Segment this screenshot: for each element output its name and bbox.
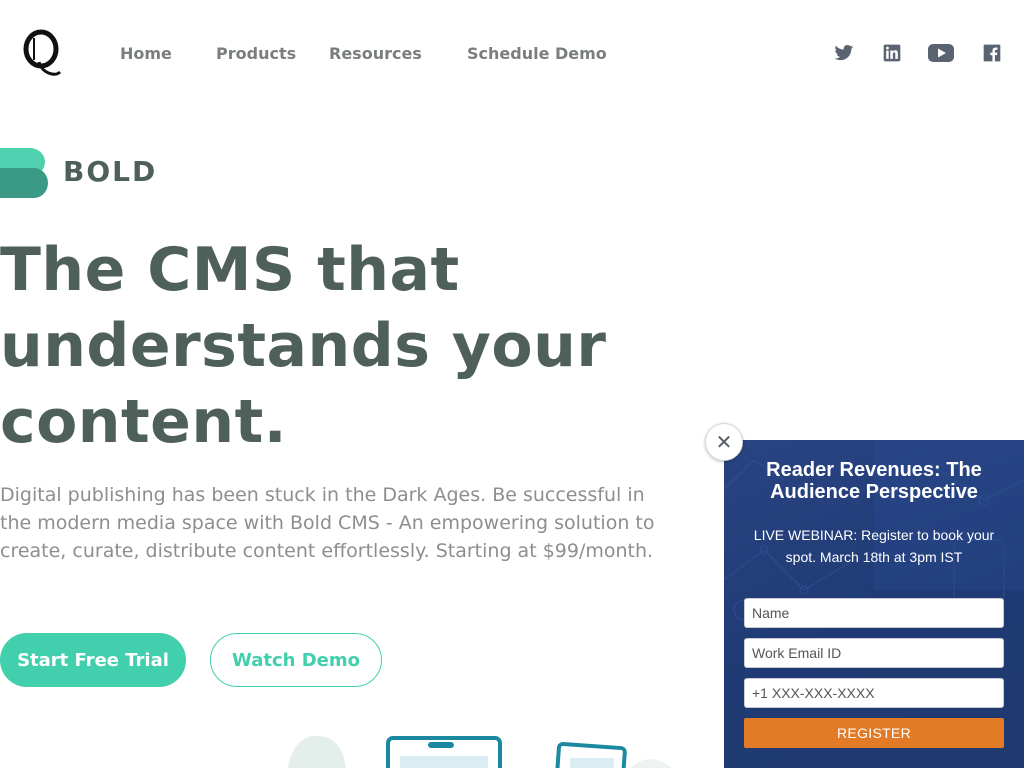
popup-subtitle: LIVE WEBINAR: Register to book your spot… (753, 527, 995, 565)
bold-logo-icon (0, 148, 48, 198)
register-button[interactable]: REGISTER (744, 718, 1004, 748)
phone-field[interactable] (744, 678, 1004, 708)
bold-brand-name: BOLD (63, 155, 158, 188)
nav-home[interactable]: Home (120, 44, 172, 63)
hero-description: Digital publishing has been stuck in the… (0, 484, 655, 562)
popup-title: Reader Revenues: The Audience Perspectiv… (724, 459, 1024, 503)
youtube-icon[interactable] (928, 43, 954, 63)
popup-title-line: Reader Revenues: The (766, 459, 982, 481)
watch-demo-button[interactable]: Watch Demo (210, 633, 382, 687)
facebook-icon[interactable] (982, 43, 1002, 63)
nav-resources[interactable]: Resources (329, 44, 422, 63)
hero-headline: The CMS that understands your content. (0, 232, 700, 460)
headline-line: The CMS that (0, 235, 460, 305)
headline-line: understands your (0, 311, 607, 381)
nav-products[interactable]: Products (216, 44, 296, 63)
linkedin-icon[interactable] (882, 43, 902, 63)
nav-schedule-demo[interactable]: Schedule Demo (467, 44, 607, 63)
quint-q-logo[interactable] (22, 28, 62, 78)
close-icon: ✕ (715, 430, 733, 454)
twitter-icon[interactable] (834, 43, 854, 63)
popup-title-line: Audience Perspective (770, 481, 978, 503)
work-email-field[interactable] (744, 638, 1004, 668)
close-popup-button[interactable]: ✕ (705, 423, 743, 461)
webinar-popup: Reader Revenues: The Audience Perspectiv… (724, 440, 1024, 768)
start-free-trial-button[interactable]: Start Free Trial (0, 633, 186, 687)
headline-line: content. (0, 387, 288, 457)
hero-illustration (288, 735, 672, 768)
name-field[interactable] (744, 598, 1004, 628)
